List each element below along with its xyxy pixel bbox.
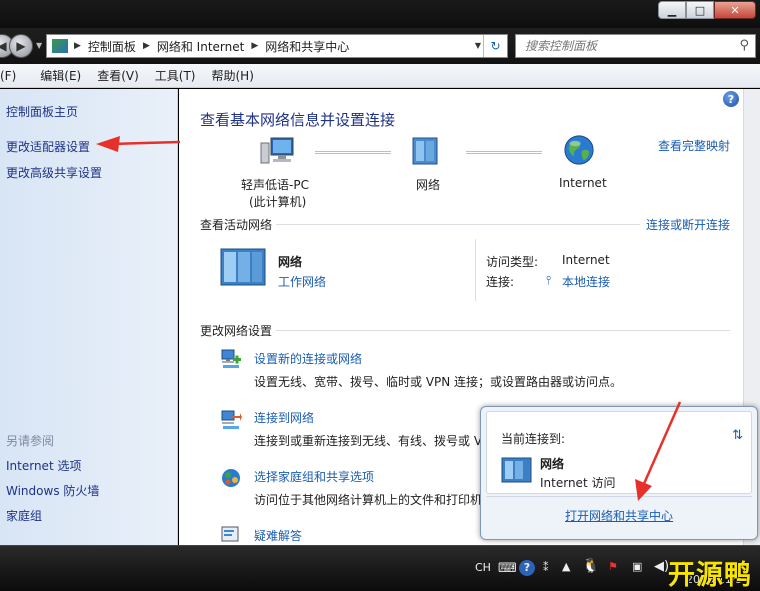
annotation-arrow-flyout bbox=[635, 401, 682, 501]
annotation-overlay bbox=[96, 136, 682, 501]
annotation-arrow-adapter bbox=[96, 136, 181, 152]
